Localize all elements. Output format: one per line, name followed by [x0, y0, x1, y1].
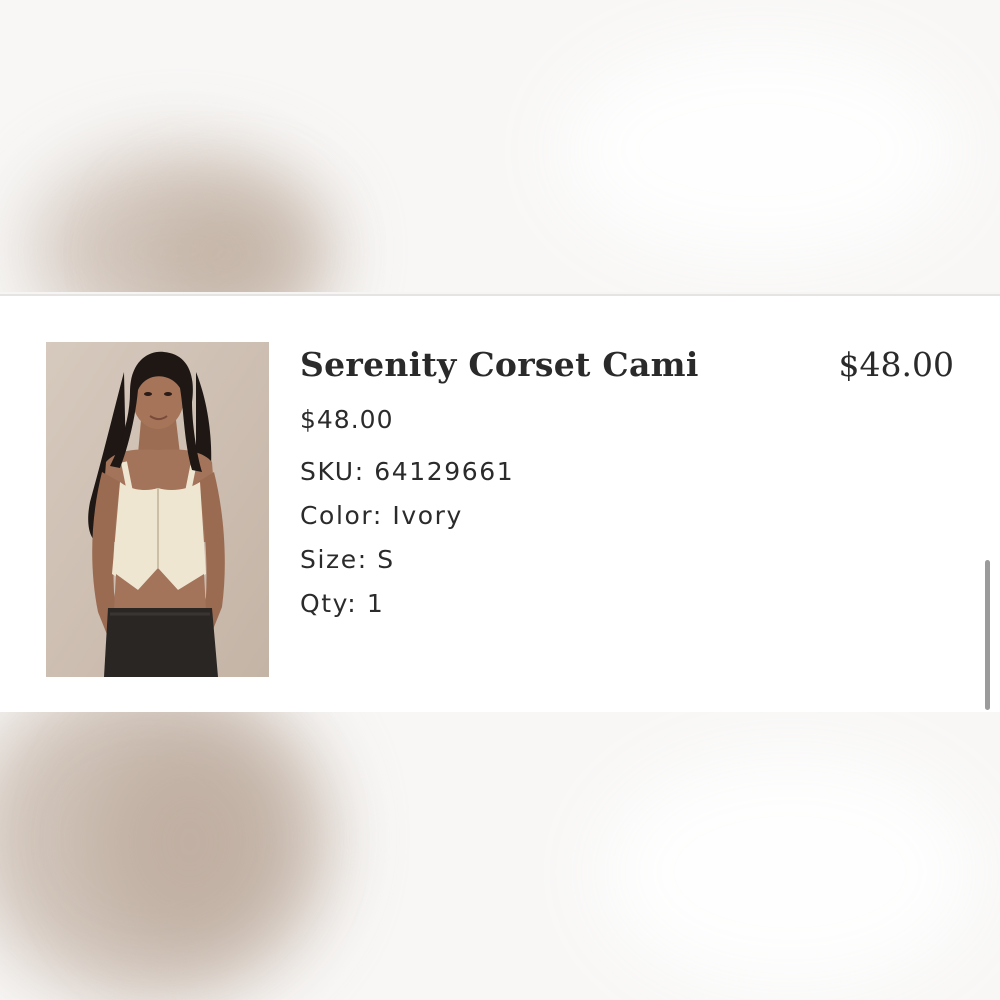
size-row: Size: S [300, 538, 699, 582]
blurred-background-top [0, 0, 1000, 292]
color-row: Color: Ivory [300, 494, 699, 538]
product-photo-illustration [46, 342, 269, 677]
product-title[interactable]: Serenity Corset Cami [300, 342, 699, 388]
scrollbar-thumb[interactable] [985, 560, 990, 710]
order-line-item: Serenity Corset Cami $48.00 SKU: 6412966… [0, 296, 1000, 712]
sku-row: SKU: 64129661 [300, 450, 699, 494]
product-info: Serenity Corset Cami $48.00 SKU: 6412966… [300, 342, 699, 626]
size-label: Size: [300, 545, 368, 574]
qty-label: Qty: [300, 589, 358, 618]
sku-label: SKU: [300, 457, 365, 486]
sku-value: 64129661 [374, 457, 515, 486]
size-value: S [377, 545, 395, 574]
unit-price: $48.00 [300, 405, 394, 434]
qty-value: 1 [366, 589, 385, 618]
color-value: Ivory [392, 501, 463, 530]
order-page: Serenity Corset Cami $48.00 SKU: 6412966… [0, 0, 1000, 1000]
product-image[interactable] [46, 342, 269, 677]
product-details: SKU: 64129661 Color: Ivory Size: S Qty: … [300, 450, 699, 626]
line-total-price: $48.00 [838, 345, 954, 384]
qty-row: Qty: 1 [300, 582, 699, 626]
blurred-background-bottom [0, 712, 1000, 1000]
color-label: Color: [300, 501, 383, 530]
